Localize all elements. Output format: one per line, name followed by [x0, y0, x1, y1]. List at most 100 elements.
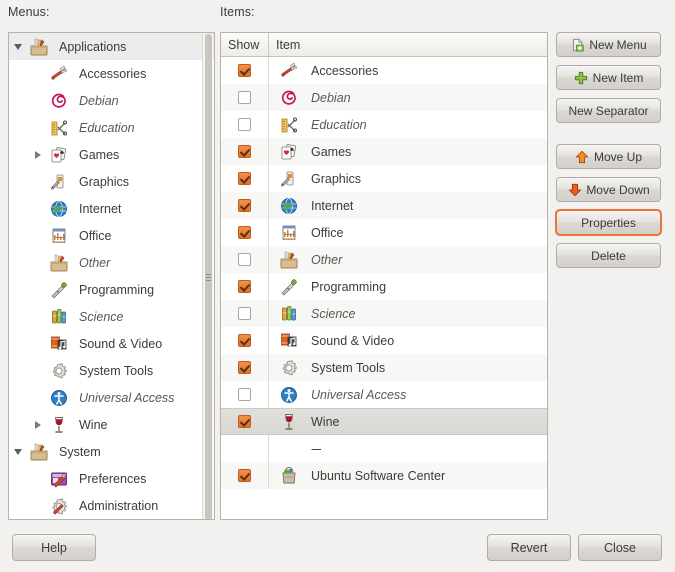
show-checkbox[interactable]	[238, 334, 251, 347]
column-header-item[interactable]: Item	[269, 33, 547, 56]
move-up-button[interactable]: Move Up	[556, 144, 661, 169]
delete-button[interactable]: Delete	[556, 243, 661, 268]
show-checkbox[interactable]	[238, 253, 251, 266]
show-checkbox[interactable]	[238, 280, 251, 293]
tree-item-education[interactable]: Education	[9, 114, 214, 141]
item-label: Wine	[311, 414, 340, 429]
tree-item-internet[interactable]: Internet	[9, 195, 214, 222]
menus-tree[interactable]: Applications Accessories Debian Education Ga…	[8, 32, 215, 520]
column-header-show[interactable]: Show	[221, 33, 269, 56]
system-tools-icon	[47, 360, 71, 382]
tree-item-system-tools[interactable]: System Tools	[9, 357, 214, 384]
show-checkbox[interactable]	[238, 388, 251, 401]
tree-item-sound-video[interactable]: Sound & Video	[9, 330, 214, 357]
table-row[interactable]: ---	[221, 435, 547, 462]
close-button[interactable]: Close	[578, 534, 662, 561]
show-checkbox[interactable]	[238, 118, 251, 131]
chevron-down-icon[interactable]	[9, 448, 27, 455]
tree-item-debian[interactable]: Debian	[9, 87, 214, 114]
show-cell[interactable]	[221, 57, 269, 84]
table-row[interactable]: Sound & Video	[221, 327, 547, 354]
new-item-button[interactable]: New Item	[556, 65, 661, 90]
table-row[interactable]: Education	[221, 111, 547, 138]
tree-item-graphics[interactable]: Graphics	[9, 168, 214, 195]
education-icon	[47, 117, 71, 139]
show-cell[interactable]	[221, 219, 269, 246]
tree-item-accessories[interactable]: Accessories	[9, 60, 214, 87]
show-checkbox[interactable]	[238, 361, 251, 374]
tree-item-administration[interactable]: Administration	[9, 492, 214, 519]
move-down-button[interactable]: Move Down	[556, 177, 661, 202]
new-menu-button[interactable]: New Menu	[556, 32, 661, 57]
show-cell[interactable]	[221, 273, 269, 300]
close-button-label: Close	[604, 540, 636, 555]
tree-item-programming[interactable]: Programming	[9, 276, 214, 303]
table-row[interactable]: Universal Access	[221, 381, 547, 408]
items-table[interactable]: Show Item Accessories Debian Education Game…	[220, 32, 548, 520]
sound-video-icon	[47, 333, 71, 355]
menus-tree-scrollbar[interactable]	[202, 34, 213, 519]
show-checkbox[interactable]	[238, 145, 251, 158]
accessories-icon	[277, 60, 301, 82]
revert-button[interactable]: Revert	[487, 534, 571, 561]
toolbox-icon	[27, 36, 51, 58]
help-button-label: Help	[41, 540, 67, 555]
show-checkbox[interactable]	[238, 199, 251, 212]
chevron-right-icon[interactable]	[29, 150, 47, 159]
show-cell[interactable]	[221, 246, 269, 273]
table-row[interactable]: Accessories	[221, 57, 547, 84]
show-cell[interactable]	[221, 111, 269, 138]
menus-label: Menus:	[8, 5, 50, 19]
accessories-icon	[47, 63, 71, 85]
show-cell[interactable]	[221, 327, 269, 354]
tree-item-other[interactable]: Other	[9, 249, 214, 276]
properties-button[interactable]: Properties	[555, 209, 662, 236]
chevron-right-icon[interactable]	[29, 420, 47, 429]
item-label: Debian	[311, 90, 351, 105]
table-row[interactable]: Office	[221, 219, 547, 246]
tree-item-office[interactable]: Office	[9, 222, 214, 249]
games-icon	[277, 141, 301, 163]
show-cell[interactable]	[221, 138, 269, 165]
table-row[interactable]: Programming	[221, 273, 547, 300]
tree-item-system[interactable]: System	[9, 438, 214, 465]
new-separator-button[interactable]: New Separator	[556, 98, 661, 123]
table-row[interactable]: Ubuntu Software Center	[221, 462, 547, 489]
show-cell[interactable]	[221, 300, 269, 327]
item-cell: ---	[269, 435, 547, 462]
show-cell[interactable]	[221, 354, 269, 381]
table-row[interactable]: Other	[221, 246, 547, 273]
science-icon	[277, 303, 301, 325]
table-row[interactable]: Science	[221, 300, 547, 327]
show-checkbox[interactable]	[238, 91, 251, 104]
table-row[interactable]: Graphics	[221, 165, 547, 192]
show-checkbox[interactable]	[238, 64, 251, 77]
show-cell[interactable]	[221, 165, 269, 192]
show-checkbox[interactable]	[238, 172, 251, 185]
table-row[interactable]: Debian	[221, 84, 547, 111]
table-row[interactable]: System Tools	[221, 354, 547, 381]
show-cell[interactable]	[221, 462, 269, 489]
item-label: Games	[311, 144, 352, 159]
button-label: Properties	[581, 215, 636, 230]
show-cell[interactable]	[221, 192, 269, 219]
tree-item-games[interactable]: Games	[9, 141, 214, 168]
show-checkbox[interactable]	[238, 226, 251, 239]
tree-item-wine[interactable]: Wine	[9, 411, 214, 438]
table-row[interactable]: Internet	[221, 192, 547, 219]
show-cell[interactable]	[221, 381, 269, 408]
tree-item-preferences[interactable]: Preferences	[9, 465, 214, 492]
chevron-down-icon[interactable]	[9, 43, 27, 50]
tree-item-science[interactable]: Science	[9, 303, 214, 330]
table-row[interactable]: Wine	[221, 408, 547, 435]
show-cell[interactable]	[221, 409, 269, 434]
show-cell[interactable]	[221, 84, 269, 111]
help-button[interactable]: Help	[12, 534, 96, 561]
button-group-gap	[556, 131, 667, 144]
tree-item-universal-access[interactable]: Universal Access	[9, 384, 214, 411]
show-checkbox[interactable]	[238, 307, 251, 320]
show-checkbox[interactable]	[238, 469, 251, 482]
table-row[interactable]: Games	[221, 138, 547, 165]
tree-item-applications[interactable]: Applications	[9, 33, 214, 60]
show-checkbox[interactable]	[238, 415, 251, 428]
